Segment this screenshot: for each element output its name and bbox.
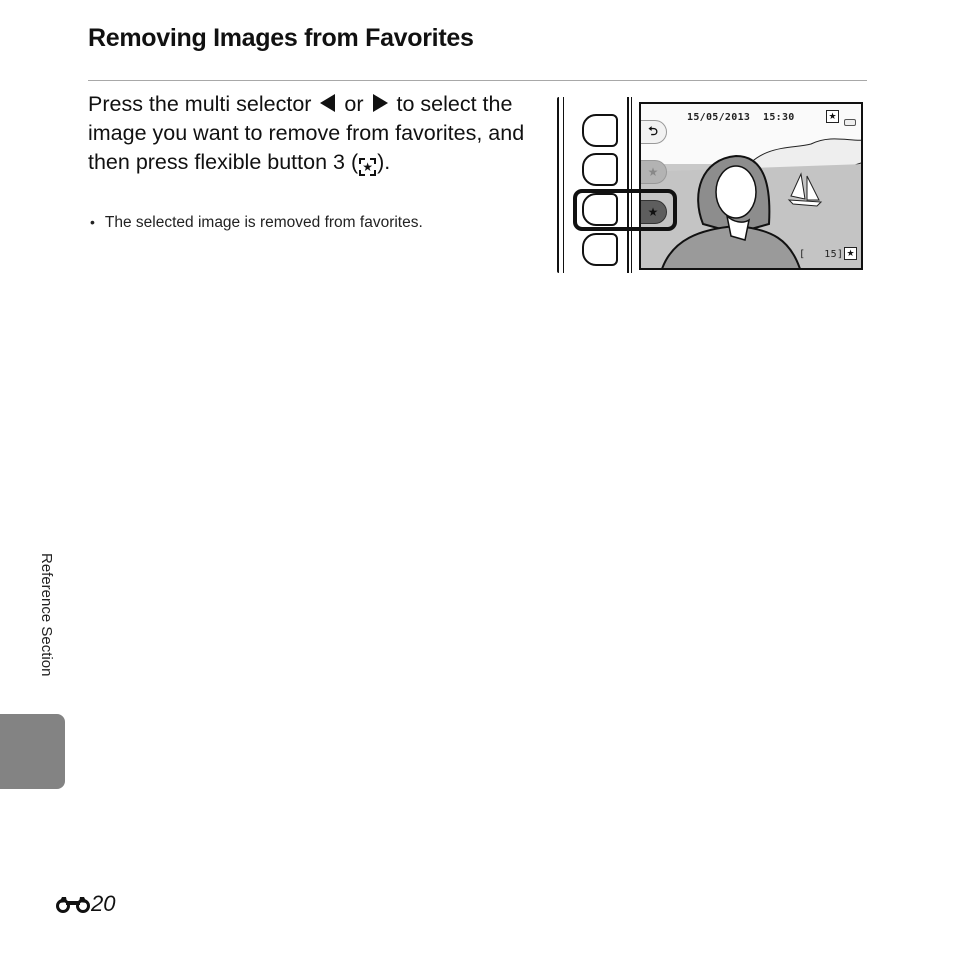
frame-count: 15 xyxy=(824,249,837,260)
reference-binoculars-icon xyxy=(56,897,90,913)
bullet-text: The selected image is removed from favor… xyxy=(104,214,423,231)
add-favorite-icon[interactable]: ★ xyxy=(641,160,667,184)
section-tab[interactable] xyxy=(0,714,65,789)
page-number: 20 xyxy=(56,891,115,917)
camera-screen: 15/05/2013 15:30 ★ ⮌ ★ ★ [ 15] ★ xyxy=(639,102,863,270)
frame-counter-open: [ xyxy=(799,249,806,260)
step-instruction: Press the multi selector or to select th… xyxy=(88,90,538,177)
title-divider xyxy=(88,80,867,81)
camera-body-edge xyxy=(557,97,559,273)
frame-counter: [ 15] xyxy=(799,249,843,260)
page-title: Removing Images from Favorites xyxy=(88,24,474,52)
screen-bezel-line xyxy=(627,97,629,273)
battery-icon xyxy=(844,119,856,126)
return-icon[interactable]: ⮌ xyxy=(641,120,667,144)
screen-bezel-line-inner xyxy=(631,97,632,273)
screen-time: 15:30 xyxy=(763,112,795,123)
bullet-dot-icon: • xyxy=(90,214,95,230)
favorite-image-icon: ★ xyxy=(844,247,857,260)
scene-picture xyxy=(641,104,861,268)
flexible-button-2[interactable] xyxy=(582,153,618,186)
woman-face xyxy=(715,165,757,219)
flexible-button-1[interactable] xyxy=(582,114,618,147)
button-3-highlight xyxy=(573,189,677,231)
screen-date: 15/05/2013 xyxy=(687,112,751,123)
step-text-3: ). xyxy=(377,150,391,174)
bullet-item: • The selected image is removed from fav… xyxy=(90,214,423,232)
page-number-text: 20 xyxy=(91,891,116,916)
frame-counter-close: ] xyxy=(836,249,844,260)
flexible-button-4[interactable] xyxy=(582,233,618,266)
step-text-or: or xyxy=(338,92,370,116)
camera-body-edge-inner xyxy=(563,97,564,273)
multi-selector-left-icon xyxy=(320,94,336,112)
side-section-label: Reference Section xyxy=(38,553,55,677)
step-text-1: Press the multi selector xyxy=(88,92,318,116)
multi-selector-right-icon xyxy=(372,94,388,112)
remove-favorite-icon: ★ xyxy=(359,158,377,176)
favorites-mode-icon: ★ xyxy=(826,110,839,123)
camera-illustration: 15/05/2013 15:30 ★ ⮌ ★ ★ [ 15] ★ xyxy=(555,97,867,273)
